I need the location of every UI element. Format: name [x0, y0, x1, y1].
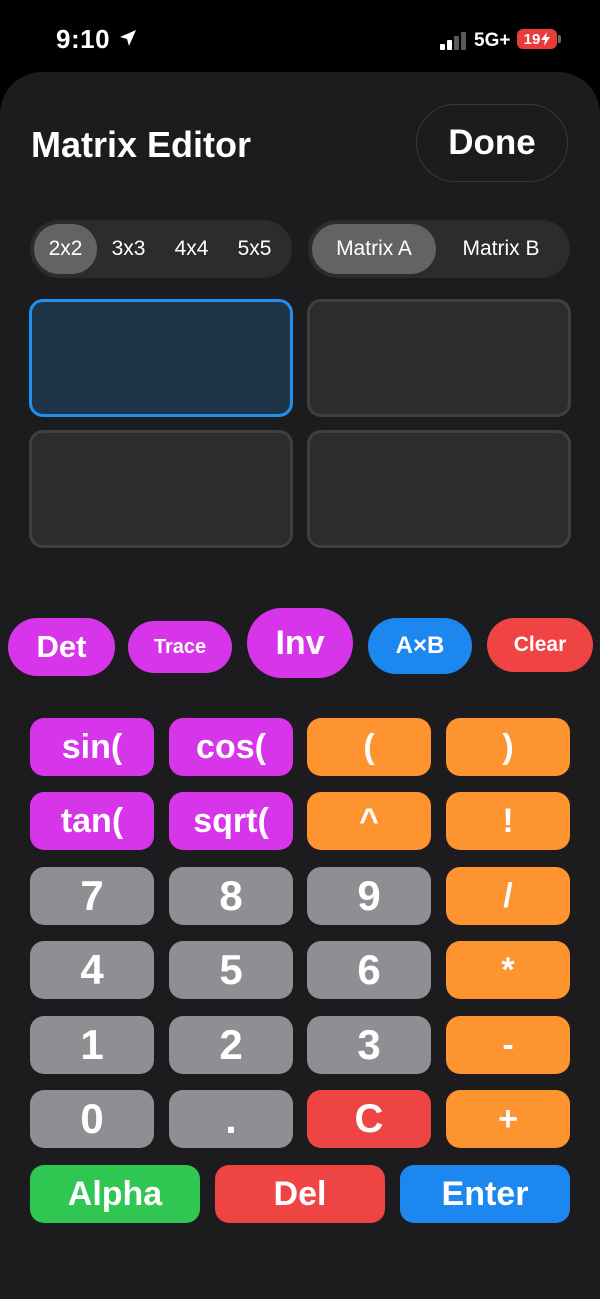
status-bar: 9:10 5G+ 19 [0, 0, 600, 78]
matrix-size-selector: 2x2 3x3 4x4 5x5 [30, 220, 292, 278]
digit-7-key[interactable]: 7 [30, 867, 154, 925]
battery-indicator: 19 [517, 29, 557, 49]
matrix-option-a[interactable]: Matrix A [312, 224, 436, 274]
size-option-5x5[interactable]: 5x5 [223, 224, 286, 274]
digit-1-key[interactable]: 1 [30, 1016, 154, 1074]
digit-2-key[interactable]: 2 [169, 1016, 293, 1074]
trace-button[interactable]: Trace [128, 621, 232, 673]
size-option-4x4[interactable]: 4x4 [160, 224, 223, 274]
digit-4-key[interactable]: 4 [30, 941, 154, 999]
battery-tip [558, 35, 561, 43]
sin-key[interactable]: sin( [30, 718, 154, 776]
factorial-key[interactable]: ! [446, 792, 570, 850]
matrix-selector: Matrix A Matrix B [308, 220, 570, 278]
enter-key[interactable]: Enter [400, 1165, 570, 1223]
done-button[interactable]: Done [416, 104, 568, 182]
cos-key[interactable]: cos( [169, 718, 293, 776]
sqrt-key[interactable]: sqrt( [169, 792, 293, 850]
divide-key[interactable]: / [446, 867, 570, 925]
matrix-editor-sheet: Matrix Editor Done 2x2 3x3 4x4 5x5 Matri… [0, 72, 600, 1299]
network-type: 5G+ [474, 30, 511, 51]
location-arrow-icon [120, 30, 136, 46]
cellular-signal-icon [440, 32, 466, 50]
matrix-option-b[interactable]: Matrix B [436, 224, 566, 274]
close-paren-key[interactable]: ) [446, 718, 570, 776]
open-paren-key[interactable]: ( [307, 718, 431, 776]
matrix-cell-r1c2[interactable] [307, 299, 571, 417]
tan-key[interactable]: tan( [30, 792, 154, 850]
matrix-cell-r1c1[interactable] [29, 299, 293, 417]
subtract-key[interactable]: - [446, 1016, 570, 1074]
size-option-2x2[interactable]: 2x2 [34, 224, 97, 274]
clear-entry-key[interactable]: C [307, 1090, 431, 1148]
battery-level: 19 [523, 30, 541, 48]
clear-matrix-button[interactable]: Clear [487, 618, 593, 672]
digit-0-key[interactable]: 0 [30, 1090, 154, 1148]
inverse-button[interactable]: Inv [247, 608, 353, 678]
page-title: Matrix Editor [31, 124, 252, 165]
multiply-key[interactable]: * [446, 941, 570, 999]
status-time: 9:10 [56, 24, 111, 54]
digit-6-key[interactable]: 6 [307, 941, 431, 999]
decimal-key[interactable]: . [169, 1090, 293, 1148]
digit-5-key[interactable]: 5 [169, 941, 293, 999]
determinant-button[interactable]: Det [8, 618, 115, 676]
power-key[interactable]: ^ [307, 792, 431, 850]
alpha-key[interactable]: Alpha [30, 1165, 200, 1223]
charging-bolt-icon [541, 32, 551, 46]
add-key[interactable]: + [446, 1090, 570, 1148]
multiply-matrices-button[interactable]: A×B [368, 618, 472, 674]
matrix-cell-r2c2[interactable] [307, 430, 571, 548]
delete-key[interactable]: Del [215, 1165, 385, 1223]
digit-9-key[interactable]: 9 [307, 867, 431, 925]
size-option-3x3[interactable]: 3x3 [97, 224, 160, 274]
matrix-cell-r2c1[interactable] [29, 430, 293, 548]
digit-8-key[interactable]: 8 [169, 867, 293, 925]
digit-3-key[interactable]: 3 [307, 1016, 431, 1074]
